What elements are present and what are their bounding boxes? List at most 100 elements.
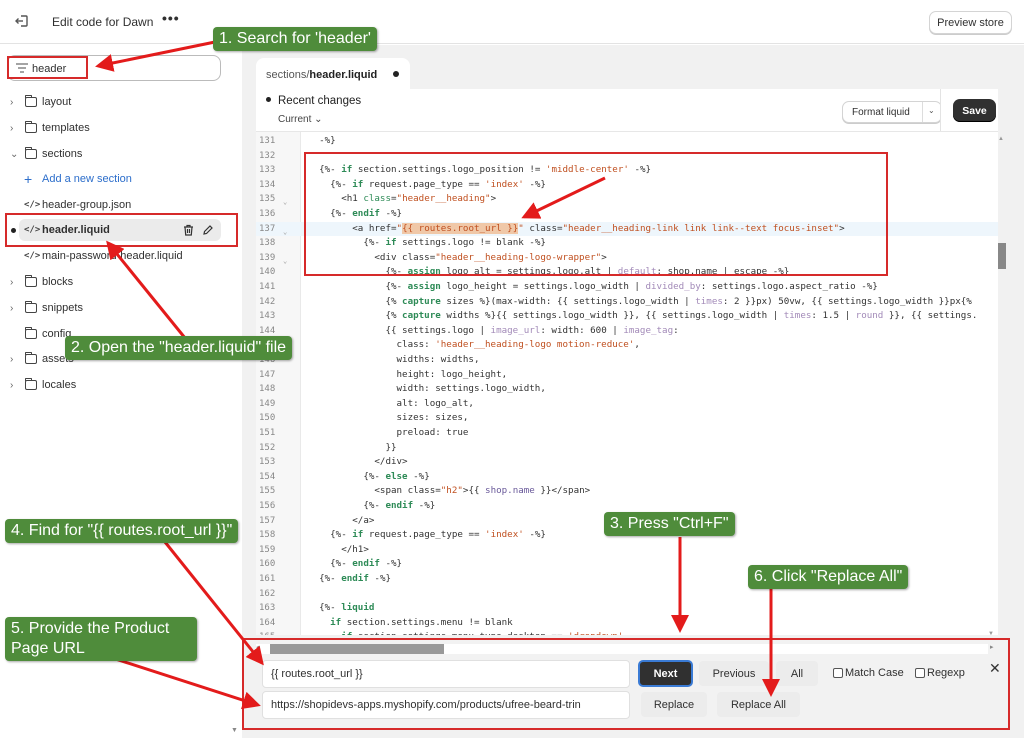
sidebar-item-label: main-password-header.liquid [42,250,183,262]
code-line[interactable]: 146 widths: widths, [256,353,998,368]
sidebar-item-main-password-header-liquid[interactable]: </> main-password-header.liquid [0,245,240,267]
line-number: 143 [259,311,276,322]
sidebar-item-sections[interactable]: ⌄ sections [0,143,240,165]
scroll-up-arrow[interactable]: ▲ [998,136,1004,142]
folder-icon [24,275,37,287]
annotation-step2: 2. Open the "header.liquid" file [65,336,293,360]
preview-store-button[interactable]: Preview store [929,11,1012,34]
line-number: 139 [259,252,276,263]
code-text: if section.settings.menu != blank [330,616,513,628]
save-button[interactable]: Save [953,99,996,122]
code-text: {%- liquid [308,602,375,614]
sidebar-item-templates[interactable]: › templates [0,117,240,139]
annotation-box-code [304,152,888,276]
unsaved-dot [393,71,399,77]
code-line[interactable]: 131 -%} [256,134,998,149]
code-line[interactable]: 145 class: 'header__heading-logo motion-… [256,338,998,353]
line-number: 156 [259,501,276,511]
line-number: 133 [259,165,276,176]
code-text: {% capture widths %}{{ settings.logo_wid… [308,310,978,322]
divider [922,102,923,122]
sidebar-item-locales[interactable]: › locales [0,374,240,396]
line-number: 142 [259,296,276,307]
exit-icon[interactable] [14,13,30,29]
line-number: 140 [259,267,276,278]
annotation-step6: 6. Click "Replace All" [748,565,909,589]
line-number: 151 [259,428,276,438]
sidebar-item-snippets[interactable]: › snippets [0,297,240,319]
code-line[interactable]: 149 alt: logo_alt, [256,397,998,412]
scroll-down-arrow[interactable]: ▼ [988,631,994,637]
code-line[interactable]: 163 {%- liquid [256,601,998,616]
code-line[interactable]: 141 {%- assign logo_height = settings.lo… [256,280,998,295]
line-number: 141 [259,282,276,292]
folder-icon [24,301,37,313]
version-select[interactable]: Current ⌄ [278,114,323,125]
chevron-down-icon[interactable]: ⌄ [928,106,935,115]
line-number: 135 [259,194,276,205]
code-text: sizes: sizes, [308,412,469,424]
sidebar-item-label: snippets [42,302,83,314]
page-title: Edit code for Dawn [52,15,154,29]
tab-filename: header.liquid [309,69,378,81]
folder-icon [24,147,37,159]
sidebar-item-add-a-new-section[interactable]: + Add a new section [0,168,240,190]
code-text: </div> [308,456,408,468]
sidebar-item-label: sections [42,148,83,160]
annotation-box-findbar [242,638,1010,730]
code-text: }} [308,441,397,453]
chevron-right-icon[interactable]: › [10,97,20,108]
sidebar-item-label: layout [42,96,72,108]
chevron-down-icon: ⌄ [314,114,323,125]
folder-icon [24,378,37,390]
chevron-right-icon[interactable]: › [10,303,20,314]
code-line[interactable]: 152 }} [256,441,998,456]
code-line[interactable]: 143 {% capture widths %}{{ settings.logo… [256,309,998,324]
chevron-right-icon[interactable]: › [10,354,20,365]
format-liquid-label: Format liquid [852,107,910,118]
code-line[interactable]: 142 {% capture sizes %}(max-width: {{ se… [256,295,998,310]
code-line[interactable]: 155 <span class="h2">{{ shop.name }}</sp… [256,484,998,499]
save-area: Save [940,89,998,131]
line-number: 134 [259,179,276,190]
annotation-box-file [5,213,238,247]
code-line[interactable]: 153 </div> [256,455,998,470]
vertical-scrollbar-thumb[interactable] [998,243,1006,269]
folder-icon [24,352,37,364]
chevron-right-icon[interactable]: › [10,123,20,134]
code-line[interactable]: 144 {{ settings.logo | image_url: width:… [256,324,998,339]
folder-icon [24,327,37,339]
sidebar-item-layout[interactable]: › layout [0,91,240,113]
plus-icon: + [24,171,33,187]
sidebar-item-label: templates [42,122,90,134]
tab-header-liquid[interactable]: sections/header.liquid [256,58,410,89]
format-liquid-button[interactable]: Format liquid ⌄ [842,101,942,123]
code-text: -%} [308,135,336,146]
annotation-box-search [7,56,88,79]
code-line[interactable]: 147 height: logo_height, [256,368,998,383]
code-line[interactable]: 148 width: settings.logo_width, [256,382,998,397]
chevron-right-icon[interactable]: › [10,380,20,391]
sidebar-scroll-down[interactable]: ▼ [231,727,238,734]
line-number: 159 [259,544,276,555]
line-number: 152 [259,442,276,453]
code-text: {%- endif -%} [308,500,436,511]
code-line[interactable]: 164 if section.settings.menu != blank [256,616,998,631]
line-number: 148 [259,384,276,395]
code-text: {%- else -%} [308,470,430,482]
code-line[interactable]: 165 if section.settings.menu_type_deskto… [256,630,998,635]
code-text: preload: true [308,427,469,438]
code-line[interactable]: 154 {%- else -%} [256,470,998,485]
line-number: 131 [259,136,276,146]
code-line[interactable]: 159 </h1> [256,543,998,558]
code-line[interactable]: 151 preload: true [256,426,998,441]
code-text: {% capture sizes %}(max-width: {{ settin… [308,295,972,307]
line-number: 137 [259,223,276,234]
top-bar: Edit code for Dawn ••• Preview store [0,0,1024,44]
chevron-down-icon[interactable]: ⌄ [10,149,20,160]
tab-path: sections/ [266,69,310,81]
code-line[interactable]: 150 sizes: sizes, [256,411,998,426]
chevron-right-icon[interactable]: › [10,277,20,288]
sidebar-item-blocks[interactable]: › blocks [0,271,240,293]
more-actions-button[interactable]: ••• [162,10,180,26]
